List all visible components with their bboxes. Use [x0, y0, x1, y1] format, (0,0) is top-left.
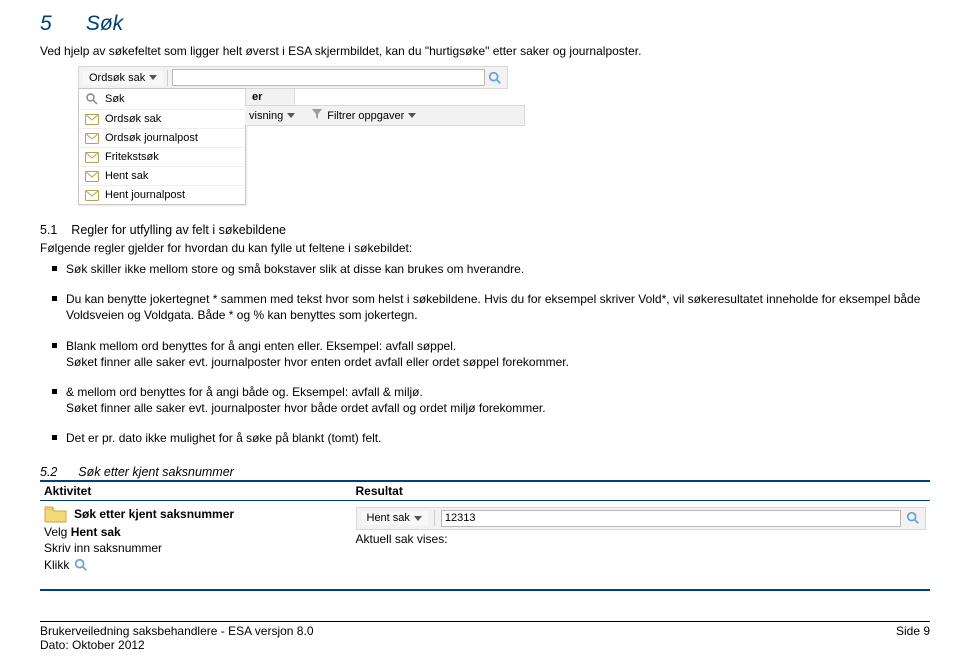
search-input[interactable]	[172, 69, 485, 86]
search-icon[interactable]	[487, 70, 503, 86]
page-number: Side 9	[896, 624, 930, 652]
search-icon[interactable]	[73, 557, 89, 573]
search-toolbar: Ordsøk sak	[78, 66, 508, 89]
mail-icon	[85, 152, 99, 163]
menu-item-hent-journalpost[interactable]: Hent journalpost	[79, 185, 245, 204]
search-type-label: Ordsøk sak	[89, 72, 145, 84]
separator	[167, 70, 168, 86]
row-line-1: Velg Hent sak	[44, 525, 348, 539]
list-item: Det er pr. dato ikke mulighet for å søke…	[40, 430, 930, 446]
search-type-dropdown[interactable]: Ordsøk sak	[83, 71, 163, 85]
col-aktivitet: Aktivitet	[40, 481, 352, 501]
separator	[434, 510, 435, 526]
mail-icon	[85, 133, 99, 144]
mail-icon	[85, 114, 99, 125]
search-icon[interactable]	[905, 510, 921, 526]
list-item: Blank mellom ord benyttes for å angi ent…	[40, 338, 930, 370]
list-item: Du kan benytte jokertegnet * sammen med …	[40, 291, 930, 323]
obscured-text-1: er	[245, 89, 295, 106]
page-footer: Brukerveiledning saksbehandlere - ESA ve…	[40, 624, 930, 652]
rules-list: Søk skiller ikke mellom store og små bok…	[40, 261, 930, 447]
row-title: Søk etter kjent saksnummer	[74, 507, 234, 521]
hent-sak-toolbar: Hent sak	[356, 507, 927, 530]
mail-icon	[85, 190, 99, 201]
search-small-icon	[85, 92, 99, 106]
search-ui-screenshot: Ordsøk sak Søk Ordsøk sak	[78, 66, 930, 205]
menu-label: Hent sak	[105, 170, 148, 182]
chevron-down-icon	[414, 516, 422, 521]
filter-label[interactable]: Filtrer oppgaver	[327, 110, 404, 122]
menu-label: Fritekstsøk	[105, 151, 159, 163]
folder-icon	[44, 505, 68, 523]
section-5-2-heading: 5.2 Søk etter kjent saksnummer	[40, 465, 930, 479]
section-5-1-heading: 5.1 Regler for utfylling av felt i søkeb…	[40, 223, 930, 237]
section-5-intro: Ved hjelp av søkefeltet som ligger helt …	[40, 44, 930, 58]
activity-result-table: Aktivitet Resultat Søk etter kjent saksn…	[40, 480, 930, 591]
footer-date: Dato: Oktober 2012	[40, 638, 314, 652]
section-5-heading: 5 Søk	[40, 12, 930, 36]
footer-title: Brukerveiledning saksbehandlere - ESA ve…	[40, 624, 314, 638]
search-type-menu: Søk Ordsøk sak Ordsøk journalpost Fritek…	[78, 88, 246, 205]
menu-item-fritekstsok[interactable]: Fritekstsøk	[79, 147, 245, 166]
row-line-3: Klikk	[44, 557, 348, 573]
saksnummer-input[interactable]	[441, 510, 901, 527]
menu-item-sok[interactable]: Søk	[79, 89, 245, 109]
chevron-down-icon	[149, 75, 157, 80]
table-row: Søk etter kjent saksnummer Velg Hent sak…	[40, 500, 930, 590]
search-type-dropdown[interactable]: Hent sak	[361, 511, 428, 525]
section-title: Søk etter kjent saksnummer	[78, 465, 234, 479]
section-number: 5	[40, 12, 80, 36]
chevron-down-icon	[287, 113, 295, 118]
col-resultat: Resultat	[352, 481, 931, 501]
chevron-down-icon	[408, 113, 416, 118]
filter-icon	[311, 108, 323, 123]
menu-item-hent-sak[interactable]: Hent sak	[79, 166, 245, 185]
menu-item-ordsok-journalpost[interactable]: Ordsøk journalpost	[79, 128, 245, 147]
search-type-label: Hent sak	[367, 512, 410, 524]
result-text: Aktuell sak vises:	[356, 532, 927, 546]
menu-label: Ordsøk sak	[105, 113, 161, 125]
secondary-toolbar: visning Filtrer oppgaver	[245, 105, 525, 126]
section-title: Regler for utfylling av felt i søkebilde…	[71, 223, 286, 237]
section-number: 5.1	[40, 223, 57, 237]
section-title: Søk	[86, 12, 123, 35]
menu-item-ordsok-sak[interactable]: Ordsøk sak	[79, 109, 245, 128]
mail-icon	[85, 171, 99, 182]
menu-label: Ordsøk journalpost	[105, 132, 198, 144]
menu-label: Søk	[105, 93, 125, 105]
list-item: & mellom ord benyttes for å angi både og…	[40, 384, 930, 416]
menu-label: Hent journalpost	[105, 189, 185, 201]
row-line-2: Skriv inn saksnummer	[44, 541, 348, 555]
section-number: 5.2	[40, 465, 57, 479]
section-5-1-lead: Følgende regler gjelder for hvordan du k…	[40, 241, 930, 255]
list-item: Søk skiller ikke mellom store og små bok…	[40, 261, 930, 277]
fragment-text: visning	[249, 110, 283, 122]
